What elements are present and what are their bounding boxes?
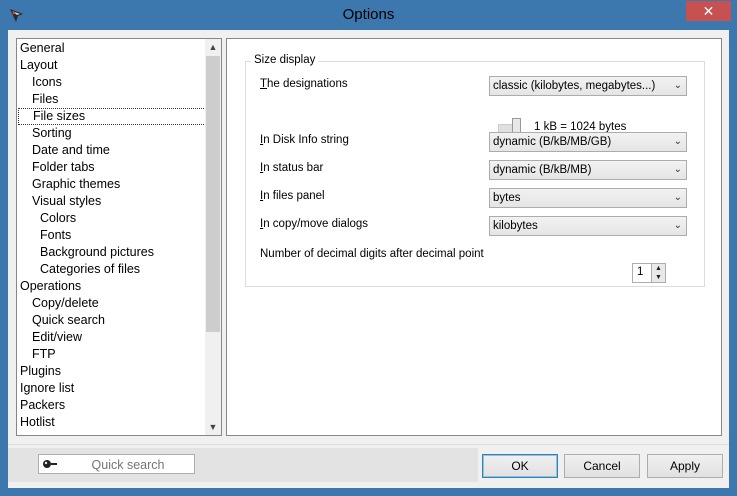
cancel-button[interactable]: Cancel [564, 454, 640, 478]
tree-item[interactable]: Layout [17, 57, 207, 74]
scroll-down-icon[interactable]: ▼ [205, 419, 221, 435]
tree-item[interactable]: Colors [17, 210, 207, 227]
designations-select[interactable]: classic (kilobytes, megabytes...) ⌄ [489, 76, 687, 96]
tree-item[interactable]: Icons [17, 74, 207, 91]
tree-list: General Layout Icons Files File sizes Sorting… [17, 40, 207, 431]
size-display-group: Size display The designations classic (k… [245, 54, 705, 287]
tree-item[interactable]: Quick search [17, 312, 207, 329]
eye-search-icon [43, 460, 57, 468]
status-bar-label: In status bar [260, 162, 324, 174]
disk-info-label: In Disk Info string [260, 134, 349, 146]
options-tree[interactable]: General Layout Icons Files File sizes Sorting… [16, 38, 222, 436]
decimal-digits-value[interactable]: 1 [637, 266, 643, 278]
tree-item[interactable]: Hotlist [17, 414, 207, 431]
quick-search-area [8, 448, 478, 482]
tree-item[interactable]: General [17, 40, 207, 57]
dialog-client: General Layout Icons Files File sizes Sorting… [8, 30, 729, 488]
files-panel-select[interactable]: bytes ⌄ [489, 188, 687, 208]
chevron-down-icon: ⌄ [673, 80, 682, 91]
options-window: Options ✕ General Layout Icons Files File si… [0, 0, 737, 496]
tree-item[interactable]: FTP [17, 346, 207, 363]
tree-item[interactable]: Operations [17, 278, 207, 295]
close-button[interactable]: ✕ [686, 1, 731, 21]
chevron-down-icon: ⌄ [673, 136, 682, 147]
footer-separator [8, 444, 729, 445]
tree-item[interactable]: Graphic themes [17, 176, 207, 193]
settings-panel: Size display The designations classic (k… [226, 38, 722, 436]
ok-button[interactable]: OK [482, 454, 558, 478]
quick-search-input[interactable] [61, 456, 195, 474]
quick-search-box[interactable] [38, 454, 195, 474]
apply-button[interactable]: Apply [647, 454, 723, 478]
tree-item[interactable]: Date and time [17, 142, 207, 159]
spin-up-icon[interactable]: ▲ [651, 264, 665, 273]
tree-item[interactable]: Background pictures [17, 244, 207, 261]
tree-item[interactable]: Packers [17, 397, 207, 414]
tree-item[interactable]: Folder tabs [17, 159, 207, 176]
chevron-down-icon: ⌄ [673, 192, 682, 203]
scrollbar-thumb[interactable] [206, 56, 220, 332]
status-bar-select[interactable]: dynamic (B/kB/MB) ⌄ [489, 160, 687, 180]
tree-item[interactable]: Visual styles [17, 193, 207, 210]
group-title: Size display [251, 54, 319, 66]
copy-move-label: In copy/move dialogs [260, 218, 369, 230]
chevron-down-icon: ⌄ [673, 164, 682, 175]
window-title: Options [342, 6, 395, 23]
tree-item[interactable]: Files [17, 91, 207, 108]
tree-item[interactable]: Copy/delete [17, 295, 207, 312]
tree-scrollbar[interactable]: ▲ ▼ [205, 39, 221, 435]
chevron-down-icon: ⌄ [673, 220, 682, 231]
designations-label: The designations [260, 78, 348, 90]
tree-item[interactable]: Sorting [17, 125, 207, 142]
tree-item[interactable]: Plugins [17, 363, 207, 380]
decimal-digits-label: Number of decimal digits after decimal p… [260, 248, 484, 260]
tree-item[interactable]: Fonts [17, 227, 207, 244]
disk-info-select[interactable]: dynamic (B/kB/MB/GB) ⌄ [489, 132, 687, 152]
tree-item[interactable]: Ignore list [17, 380, 207, 397]
tree-item[interactable]: File sizes [18, 108, 206, 125]
files-panel-label: In files panel [260, 190, 325, 202]
copy-move-select[interactable]: kilobytes ⌄ [489, 216, 687, 236]
tree-item[interactable]: Edit/view [17, 329, 207, 346]
scroll-up-icon[interactable]: ▲ [205, 39, 221, 55]
spin-down-icon[interactable]: ▼ [651, 273, 665, 282]
decimal-digits-spinner[interactable]: 1 ▲ ▼ [632, 263, 666, 283]
tree-item[interactable]: Categories of files [17, 261, 207, 278]
title-bar[interactable]: Options ✕ [0, 0, 737, 30]
